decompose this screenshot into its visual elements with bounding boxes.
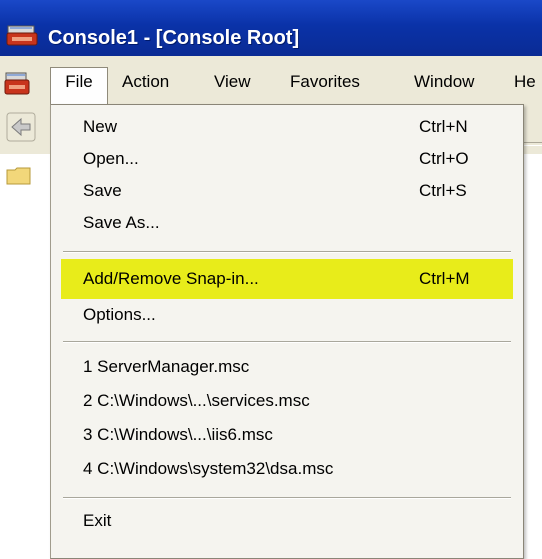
menu-item-recent-4[interactable]: 4 C:\Windows\system32\dsa.msc xyxy=(51,453,523,485)
menu-action[interactable]: Action xyxy=(122,68,169,96)
shortcut-label: Ctrl+M xyxy=(419,269,470,288)
menu-item-recent-1[interactable]: 1 ServerManager.msc xyxy=(51,351,523,383)
mmc-console-icon xyxy=(6,25,38,46)
shortcut-label: Ctrl+S xyxy=(419,181,467,200)
menu-item-add-remove-snap-in[interactable]: Add/Remove Snap-in... Ctrl+M xyxy=(61,259,513,299)
folder-icon[interactable] xyxy=(6,166,32,186)
window-title: Console1 - [Console Root] xyxy=(48,27,300,49)
menu-separator xyxy=(63,497,511,499)
shortcut-label: Ctrl+N xyxy=(419,117,468,136)
menu-item-new[interactable]: New Ctrl+N xyxy=(51,111,523,143)
shortcut-label: Ctrl+O xyxy=(419,149,469,168)
menu-item-options[interactable]: Options... xyxy=(51,299,523,331)
menu-file[interactable]: File xyxy=(50,67,108,104)
back-arrow-icon[interactable] xyxy=(6,112,36,142)
title-bar: Console1 - [Console Root] xyxy=(0,0,542,56)
mmc-console-icon[interactable] xyxy=(4,72,30,96)
menu-item-save[interactable]: Save Ctrl+S xyxy=(51,175,523,207)
menu-bar: File Action View Favorites Window He xyxy=(0,56,542,105)
menu-favorites[interactable]: Favorites xyxy=(290,68,360,96)
menu-separator xyxy=(63,341,511,343)
menu-item-recent-2[interactable]: 2 C:\Windows\...\services.msc xyxy=(51,385,523,417)
menu-item-recent-3[interactable]: 3 C:\Windows\...\iis6.msc xyxy=(51,419,523,451)
menu-item-exit[interactable]: Exit xyxy=(51,505,523,537)
menu-item-save-as[interactable]: Save As... xyxy=(51,207,523,239)
menu-separator xyxy=(63,251,511,253)
menu-item-open[interactable]: Open... Ctrl+O xyxy=(51,143,523,175)
file-menu-dropdown: New Ctrl+N Open... Ctrl+O Save Ctrl+S Sa… xyxy=(50,104,524,559)
menu-view[interactable]: View xyxy=(214,68,251,96)
menu-help[interactable]: He xyxy=(514,68,536,96)
menu-window[interactable]: Window xyxy=(414,68,474,96)
